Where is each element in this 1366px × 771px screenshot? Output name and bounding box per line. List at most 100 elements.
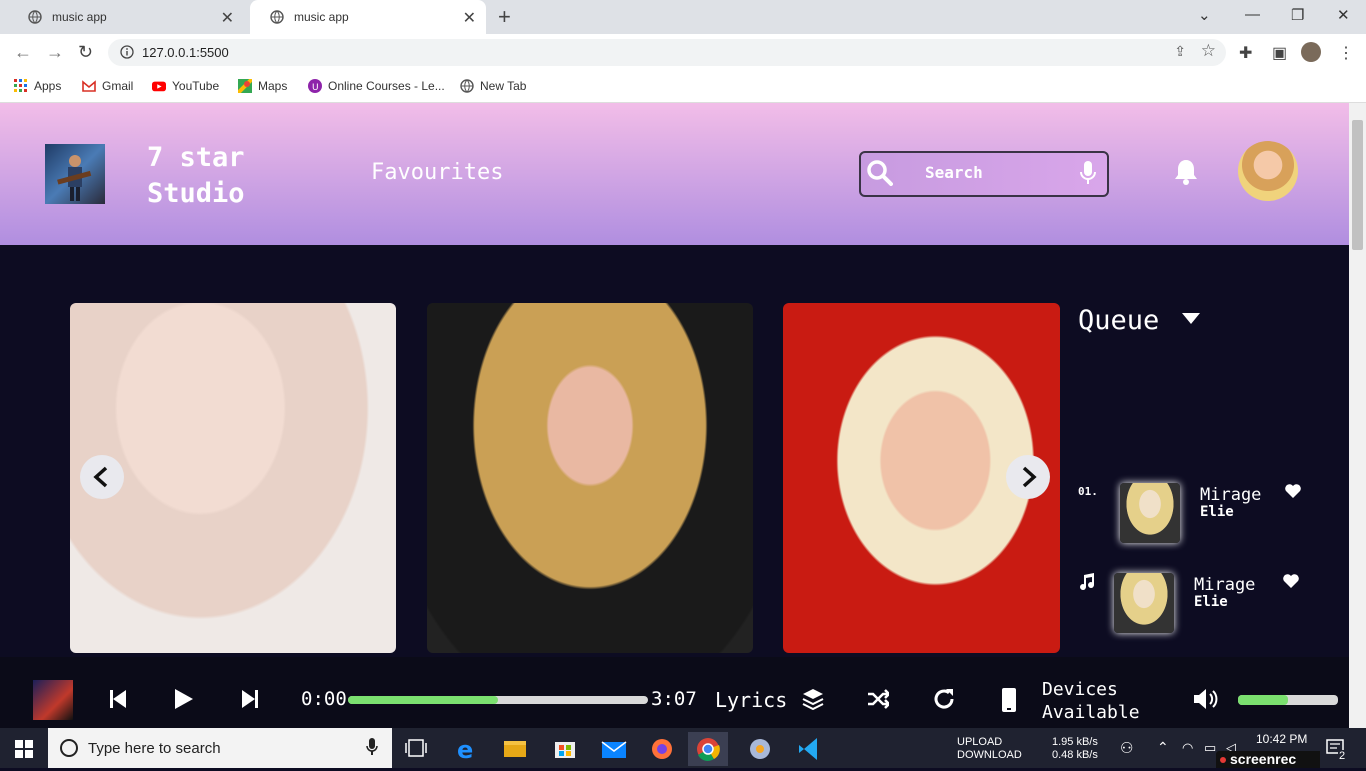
scrollbar-thumb[interactable] [1352,120,1363,250]
app-logo[interactable] [45,144,105,204]
profile-avatar[interactable] [1238,141,1298,201]
store-taskbar-icon[interactable] [545,732,585,766]
side-panel-icon[interactable]: ▣ [1272,43,1287,63]
menu-kebab-icon[interactable]: ⋮ [1338,43,1354,63]
layers-icon[interactable] [802,688,824,710]
extensions-icon[interactable]: ✚ [1239,43,1252,63]
bookmark-youtube[interactable]: YouTube [152,78,219,94]
globe-icon [28,10,42,24]
courses-icon: U [308,78,322,93]
record-dot-icon [1220,757,1226,763]
brand-name: 7 star Studio [147,140,245,212]
tab-search-chevron-icon[interactable]: ⌄ [1198,6,1211,24]
reload-icon[interactable]: ↻ [78,42,93,63]
maps-icon [238,78,252,93]
microphone-icon[interactable] [1079,161,1097,185]
bookmark-label: Maps [258,78,288,93]
mail-taskbar-icon[interactable] [594,732,634,766]
brand-line-2: Studio [147,178,245,209]
bookmark-online-courses[interactable]: U Online Courses - Le... [308,78,445,94]
network-speed-values: 1.95 kB/s 0.48 kB/s [1052,736,1098,762]
vscode-taskbar-icon[interactable] [790,732,830,766]
microphone-icon[interactable] [366,738,378,756]
browser-profile-avatar[interactable] [1301,42,1321,62]
shuffle-icon[interactable] [867,688,889,710]
back-icon[interactable]: ← [14,42,32,63]
guitarist-logo-icon [57,155,92,201]
app-taskbar-icon[interactable] [740,732,780,766]
bookmark-new-tab[interactable]: New Tab [460,78,526,94]
now-playing-thumbnail[interactable] [33,680,73,720]
firefox-taskbar-icon[interactable] [642,732,682,766]
cortana-icon [60,739,78,757]
file-explorer-taskbar-icon[interactable] [495,732,535,766]
taskbar-search-placeholder: Type here to search [88,740,221,757]
svg-text:U: U [312,83,319,93]
bookmark-apps[interactable]: Apps [14,78,61,94]
upload-label: UPLOAD [957,736,1003,748]
caret-down-icon[interactable] [1182,313,1200,325]
play-icon[interactable] [174,688,194,710]
volume-icon[interactable] [1193,688,1219,710]
taskbar-search-box[interactable]: Type here to search [48,728,392,768]
url-bar[interactable]: 127.0.0.1:5500 ⇪ ☆ [108,39,1226,66]
favourites-link[interactable]: Favourites [371,160,503,185]
next-track-icon[interactable] [242,688,258,710]
bookmark-label: New Tab [480,78,527,93]
carousel-prev-button[interactable] [80,455,124,499]
bookmark-gmail[interactable]: Gmail [82,78,133,94]
youtube-icon [152,81,166,92]
queue-item[interactable]: 01. Mirage Elie [1078,480,1318,548]
share-icon[interactable]: ⇪ [1174,43,1186,60]
search-icon[interactable] [867,160,893,186]
notification-bell-icon[interactable] [1173,158,1199,186]
artist-carousel [0,245,1060,657]
chevron-up-icon[interactable]: ⌃ [1157,739,1169,756]
current-time: 0:00 [301,688,347,710]
download-label: DOWNLOAD [957,749,1022,761]
bookmark-label: Apps [34,78,62,93]
search-input[interactable] [923,162,1067,183]
download-speed: 0.48 kB/s [1052,749,1098,761]
minimize-button[interactable]: — [1245,6,1260,23]
battery-icon[interactable]: ▭ [1204,740,1216,756]
close-icon[interactable]: ✕ [221,8,234,28]
clock-time[interactable]: 10:42 PM [1256,732,1307,746]
apps-grid-icon [14,78,27,92]
devices-available-label[interactable]: Devices Available [1042,678,1140,724]
people-icon[interactable]: ⚇ [1120,739,1133,757]
new-tab-button[interactable]: + [498,4,511,30]
bookmark-maps[interactable]: Maps [238,78,287,94]
bookmark-label: Online Courses - Le... [328,78,445,93]
mobile-device-icon[interactable] [1002,688,1016,712]
task-view-icon[interactable] [405,739,427,757]
restore-button[interactable]: ❐ [1291,6,1304,24]
chrome-taskbar-icon[interactable] [688,732,728,766]
windows-start-icon[interactable] [15,740,33,758]
gmail-icon [82,80,96,92]
browser-tab[interactable]: music app ✕ [8,0,244,34]
lyrics-button[interactable]: Lyrics [715,688,787,712]
artist-card[interactable] [427,303,753,653]
repeat-icon[interactable] [933,688,955,710]
close-icon[interactable]: ✕ [463,8,476,28]
queue-item[interactable]: Mirage Elie [1078,570,1318,638]
heart-icon[interactable] [1284,483,1302,499]
browser-tab-active[interactable]: music app ✕ [250,0,486,34]
forward-icon[interactable]: → [46,42,64,63]
edge-taskbar-icon[interactable]: e [447,732,487,766]
window-close-button[interactable]: ✕ [1337,6,1350,24]
total-time: 3:07 [651,688,697,710]
volume-fill [1238,695,1288,705]
wifi-icon[interactable]: ◠ [1182,740,1193,756]
notification-count-badge: 2 [1338,750,1347,762]
queue-item-title: Mirage [1194,575,1256,595]
tab-title: music app [52,10,107,24]
bookmark-star-icon[interactable]: ☆ [1201,41,1216,61]
heart-icon[interactable] [1282,573,1300,589]
watermark-text: screenrec [1230,751,1297,767]
carousel-next-button[interactable] [1006,455,1050,499]
previous-track-icon[interactable] [110,688,126,710]
globe-icon [460,79,474,93]
globe-icon [270,10,284,24]
